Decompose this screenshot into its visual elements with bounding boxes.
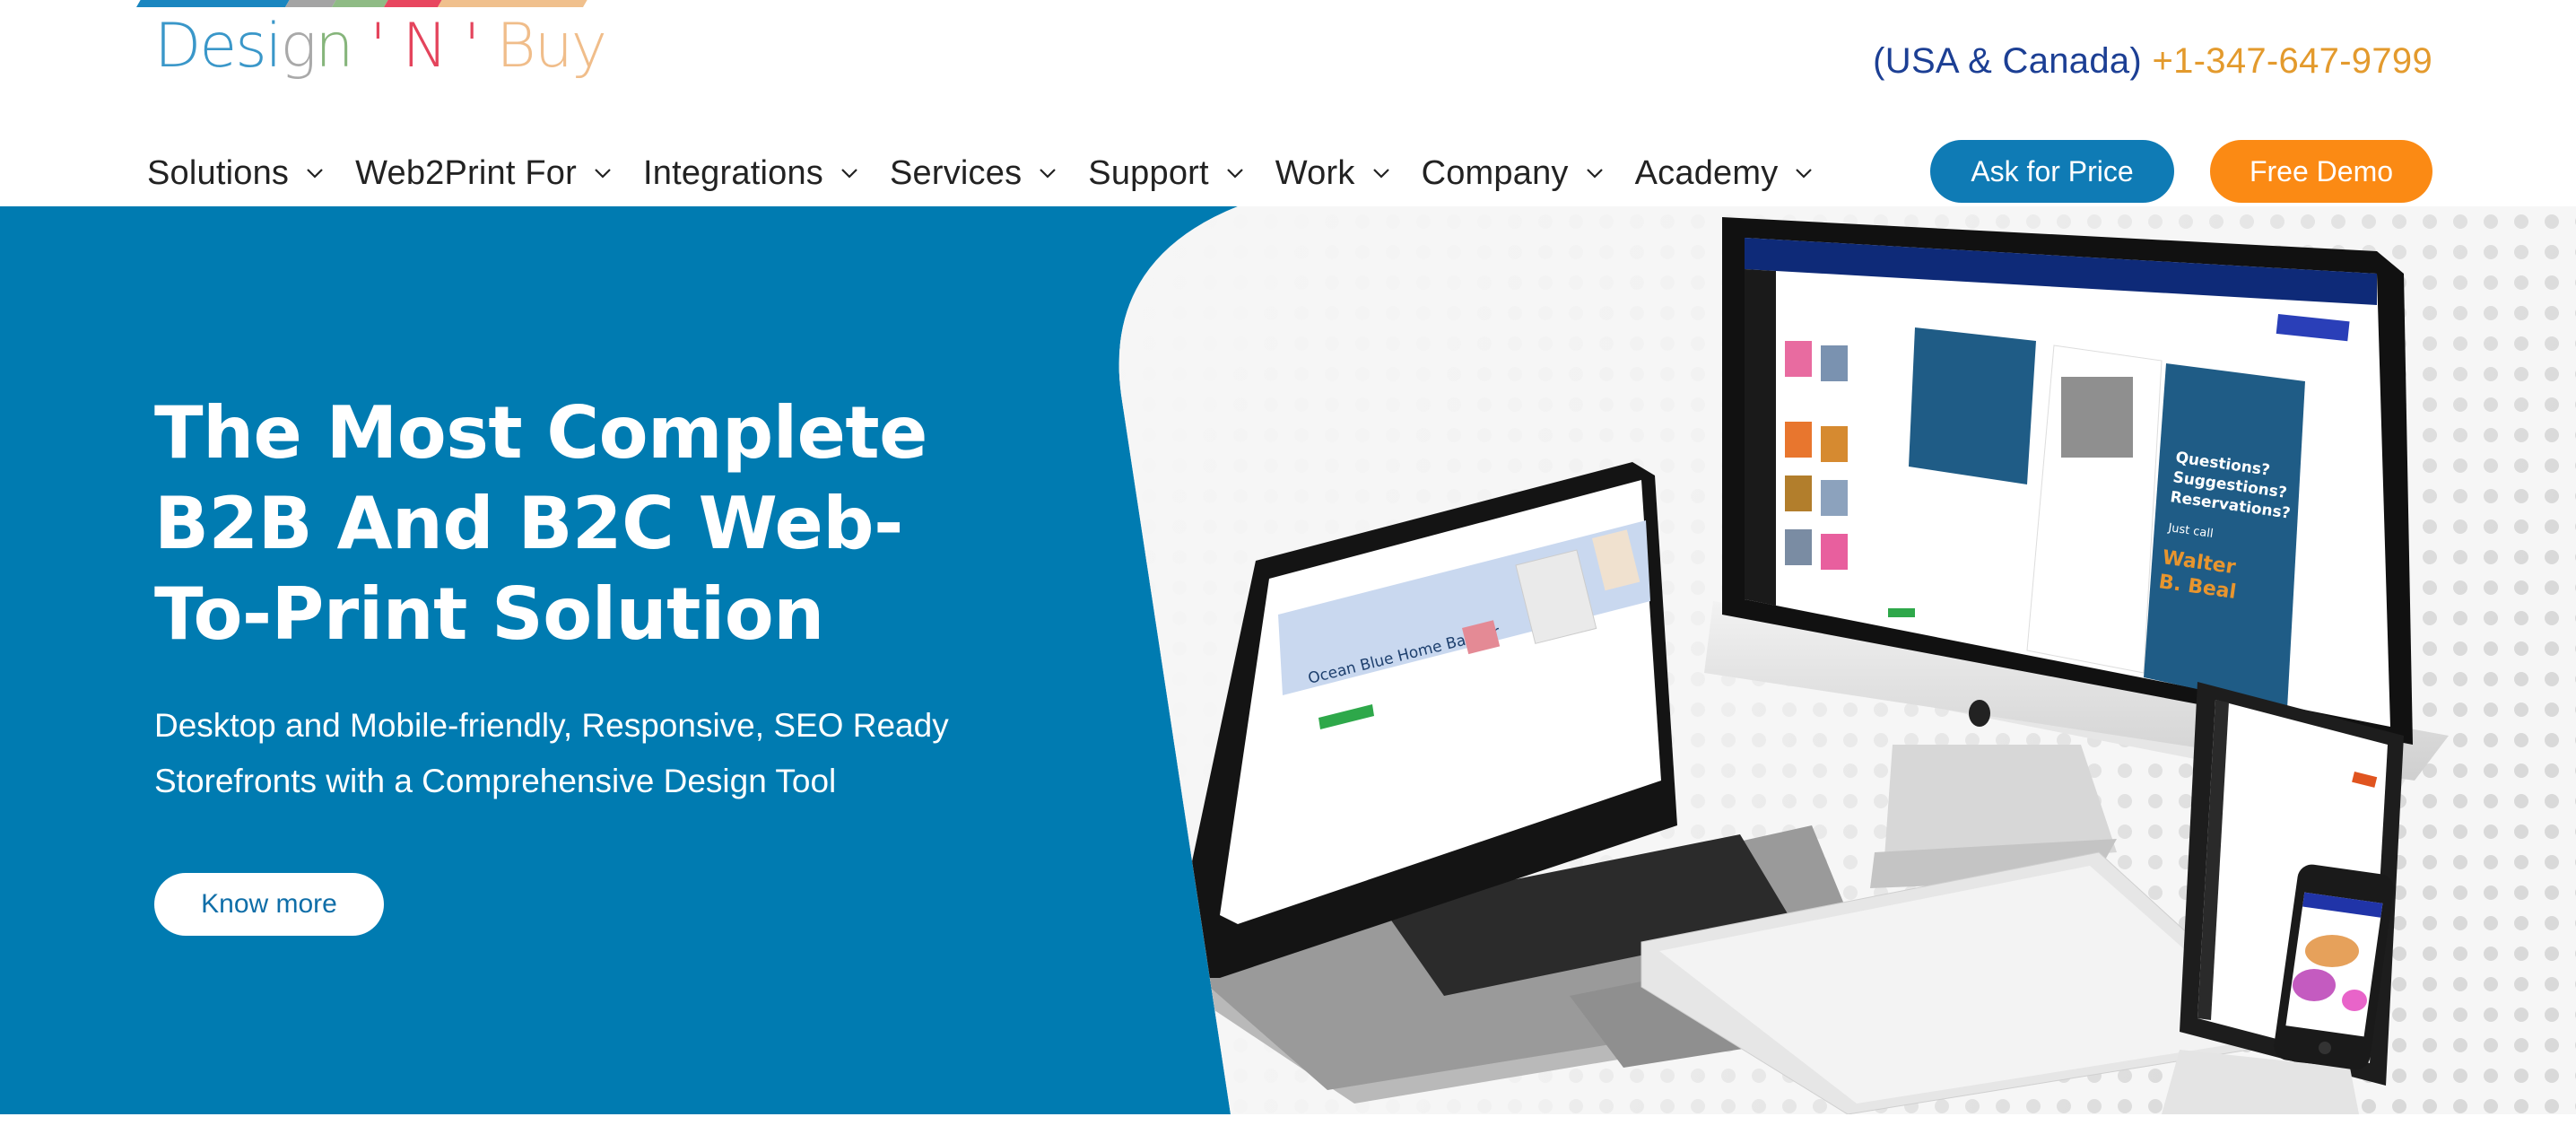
nav-label: Company [1421,153,1569,192]
logo-part: Buy [496,11,607,82]
hero-subtitle: Desktop and Mobile-friendly, Responsive,… [154,698,1015,809]
hero-subtitle-line: Desktop and Mobile-friendly, Responsive,… [154,707,949,744]
hero-title: The Most Complete B2B And B2C Web- To-Pr… [154,388,1051,659]
logo-stripe-red [384,0,442,7]
logo-part: Desi [154,11,283,82]
nav-label: Academy [1634,153,1779,192]
hero-devices-image: Questions? Suggestions? Reservations? Ju… [1103,206,2576,1114]
know-more-button[interactable]: Know more [154,873,384,936]
hero-title-line: To-Print Solution [154,572,824,656]
logo-part: g [280,11,318,82]
logo[interactable]: Design ' N ' Buy [136,0,607,99]
logo-wordmark: Design ' N ' Buy [154,16,607,77]
chevron-down-icon [841,169,857,179]
chevron-down-icon [1040,169,1057,179]
chevron-down-icon [1586,169,1603,179]
nav-item-web2print-for[interactable]: Web2Print For [355,154,613,193]
logo-stripe-peach [438,0,587,7]
nav-label: Web2Print For [355,153,577,192]
logo-stripe [136,0,587,7]
chevron-down-icon [1796,169,1813,179]
nav-item-company[interactable]: Company [1422,154,1605,193]
chevron-down-icon [307,169,323,179]
chevron-down-icon [1227,169,1243,179]
hero-title-line: The Most Complete [154,391,927,475]
nav-item-integrations[interactable]: Integrations [643,154,859,193]
free-demo-button[interactable]: Free Demo [2210,140,2432,203]
contact-info: (USA & Canada) +1-347-647-9799 [1873,41,2432,82]
nav-label: Solutions [147,153,290,192]
portrait-photo [2061,377,2133,458]
hero-title-line: B2B And B2C Web- [154,482,903,565]
chevron-down-icon [595,169,611,179]
logo-part: n [315,11,353,82]
apple-logo-icon [1969,700,1990,727]
ask-for-price-button[interactable]: Ask for Price [1930,140,2174,203]
nav-label: Integrations [643,153,823,192]
nav-item-academy[interactable]: Academy [1635,154,1815,193]
devices-illustration: Questions? Suggestions? Reservations? Ju… [1118,206,2576,1114]
nav-label: Work [1275,153,1355,192]
logo-stripe-gray [285,0,336,7]
chevron-down-icon [1372,169,1389,179]
nav-item-support[interactable]: Support [1088,154,1245,193]
hero-subtitle-line: Storefronts with a Comprehensive Design … [154,763,837,799]
nav-item-solutions[interactable]: Solutions [147,154,325,193]
logo-stripe-green [332,0,388,7]
nav-label: Services [889,153,1023,192]
site-header: Design ' N ' Buy (USA & Canada) +1-347-6… [0,0,2576,206]
phone-link[interactable]: +1-347-647-9799 [2152,41,2432,81]
nav-item-services[interactable]: Services [890,154,1057,193]
hero-section: The Most Complete B2B And B2C Web- To-Pr… [0,206,2576,1114]
nav-label: Support [1088,153,1209,192]
main-nav: Solutions Web2Print For Integrations Ser… [147,151,1844,196]
logo-part: ' N ' [352,11,497,82]
contact-region: (USA & Canada) [1873,41,2143,81]
logo-stripe-blue [136,0,290,7]
nav-item-work[interactable]: Work [1275,154,1391,193]
